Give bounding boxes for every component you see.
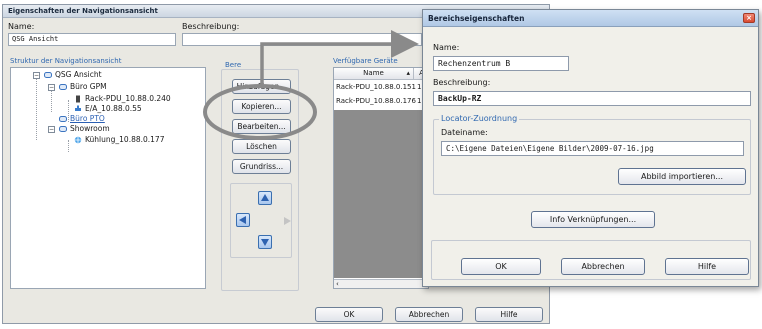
filename-field[interactable]: C:\Eigene Dateien\Eigene Bilder\2009-07-…	[441, 141, 744, 156]
info-links-button[interactable]: Info Verknüpfungen...	[531, 211, 655, 228]
locator-group-label: Locator-Zuordnung	[439, 114, 520, 123]
front-ok-button[interactable]: OK	[461, 258, 541, 275]
highlight-ellipse	[203, 84, 317, 140]
area-properties-dialog: Bereichseigenschaften × Name: Rechenzent…	[422, 9, 759, 287]
front-dialog-title: Bereichseigenschaften	[428, 14, 525, 23]
area-description-field[interactable]: BackUp-RZ	[433, 91, 751, 106]
area-name-field[interactable]: Rechenzentrum B	[433, 56, 569, 71]
front-help-button[interactable]: Hilfe	[665, 258, 749, 275]
area-description-label: Beschreibung:	[433, 78, 491, 87]
front-dialog-titlebar: Bereichseigenschaften ×	[423, 10, 758, 27]
area-name-label: Name:	[433, 43, 460, 52]
import-image-button[interactable]: Abbild importieren...	[618, 168, 746, 185]
filename-label: Dateiname:	[441, 128, 488, 137]
front-cancel-button[interactable]: Abbrechen	[561, 258, 645, 275]
close-icon[interactable]: ×	[743, 13, 755, 23]
callout-arrow	[260, 30, 419, 86]
